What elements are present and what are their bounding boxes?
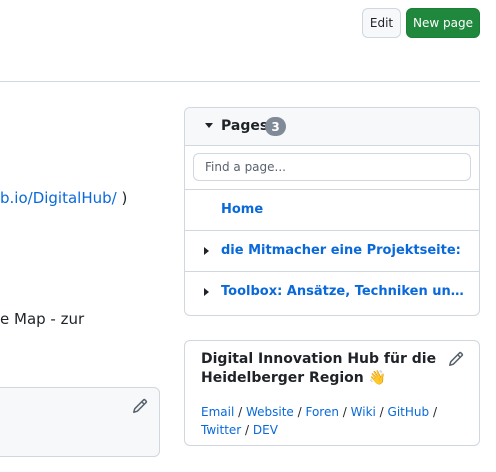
sidebar-title: Digital Innovation Hub für die Heidelber… bbox=[201, 351, 437, 386]
caret-right-icon[interactable] bbox=[204, 247, 209, 255]
link-separator: / bbox=[241, 423, 253, 437]
digitalhub-link[interactable]: b.io/DigitalHub/ bbox=[0, 189, 117, 207]
pages-header[interactable]: Pages 3 bbox=[185, 108, 479, 146]
page-link-toolbox[interactable]: Toolbox: Ansätze, Techniken und Tools bbox=[221, 284, 471, 299]
link-separator: / bbox=[234, 405, 246, 419]
new-page-button[interactable]: New page bbox=[406, 8, 480, 38]
sidebar-link-github[interactable]: GitHub bbox=[388, 405, 430, 419]
caret-right-icon[interactable] bbox=[204, 288, 209, 296]
sidebar-box: Digital Innovation Hub für die Heidelber… bbox=[184, 340, 480, 446]
pencil-icon[interactable] bbox=[448, 351, 464, 367]
sidebar-links: Email / Website / Foren / Wiki / GitHub … bbox=[201, 403, 441, 439]
link-separator: / bbox=[293, 405, 306, 419]
sidebar-link-twitter[interactable]: Twitter bbox=[201, 423, 241, 437]
content-line-link: b.io/DigitalHub/ ) bbox=[0, 189, 127, 207]
page-item-home: Home bbox=[185, 190, 479, 231]
content-line-map: e Map - zur bbox=[0, 310, 85, 328]
page-link-home[interactable]: Home bbox=[221, 202, 263, 217]
sidebar-link-wiki[interactable]: Wiki bbox=[351, 405, 376, 419]
content-card bbox=[0, 387, 160, 457]
pencil-icon[interactable] bbox=[132, 398, 148, 414]
caret-down-icon bbox=[205, 123, 213, 128]
link-separator: / bbox=[375, 405, 388, 419]
pages-title: Pages bbox=[221, 118, 269, 134]
page-link-mitmacher[interactable]: die Mitmacher eine Projektseite: bbox=[221, 243, 461, 258]
page-item-mitmacher: die Mitmacher eine Projektseite: bbox=[185, 231, 479, 272]
sidebar-link-dev[interactable]: DEV bbox=[253, 423, 278, 437]
sidebar-link-foren[interactable]: Foren bbox=[305, 405, 338, 419]
sidebar-link-email[interactable]: Email bbox=[201, 405, 234, 419]
sidebar-link-website[interactable]: Website bbox=[246, 405, 294, 419]
find-page-row bbox=[185, 146, 479, 190]
find-page-input[interactable] bbox=[193, 153, 471, 181]
pages-count-badge: 3 bbox=[265, 117, 286, 136]
edit-button[interactable]: Edit bbox=[362, 8, 401, 38]
link-suffix: ) bbox=[116, 189, 128, 207]
page-item-toolbox: Toolbox: Ansätze, Techniken und Tools bbox=[185, 272, 479, 315]
pages-box: Pages 3 Home die Mitmacher eine Projekts… bbox=[184, 107, 480, 316]
link-separator: / bbox=[429, 405, 437, 419]
header-divider bbox=[0, 81, 480, 82]
link-separator: / bbox=[338, 405, 351, 419]
